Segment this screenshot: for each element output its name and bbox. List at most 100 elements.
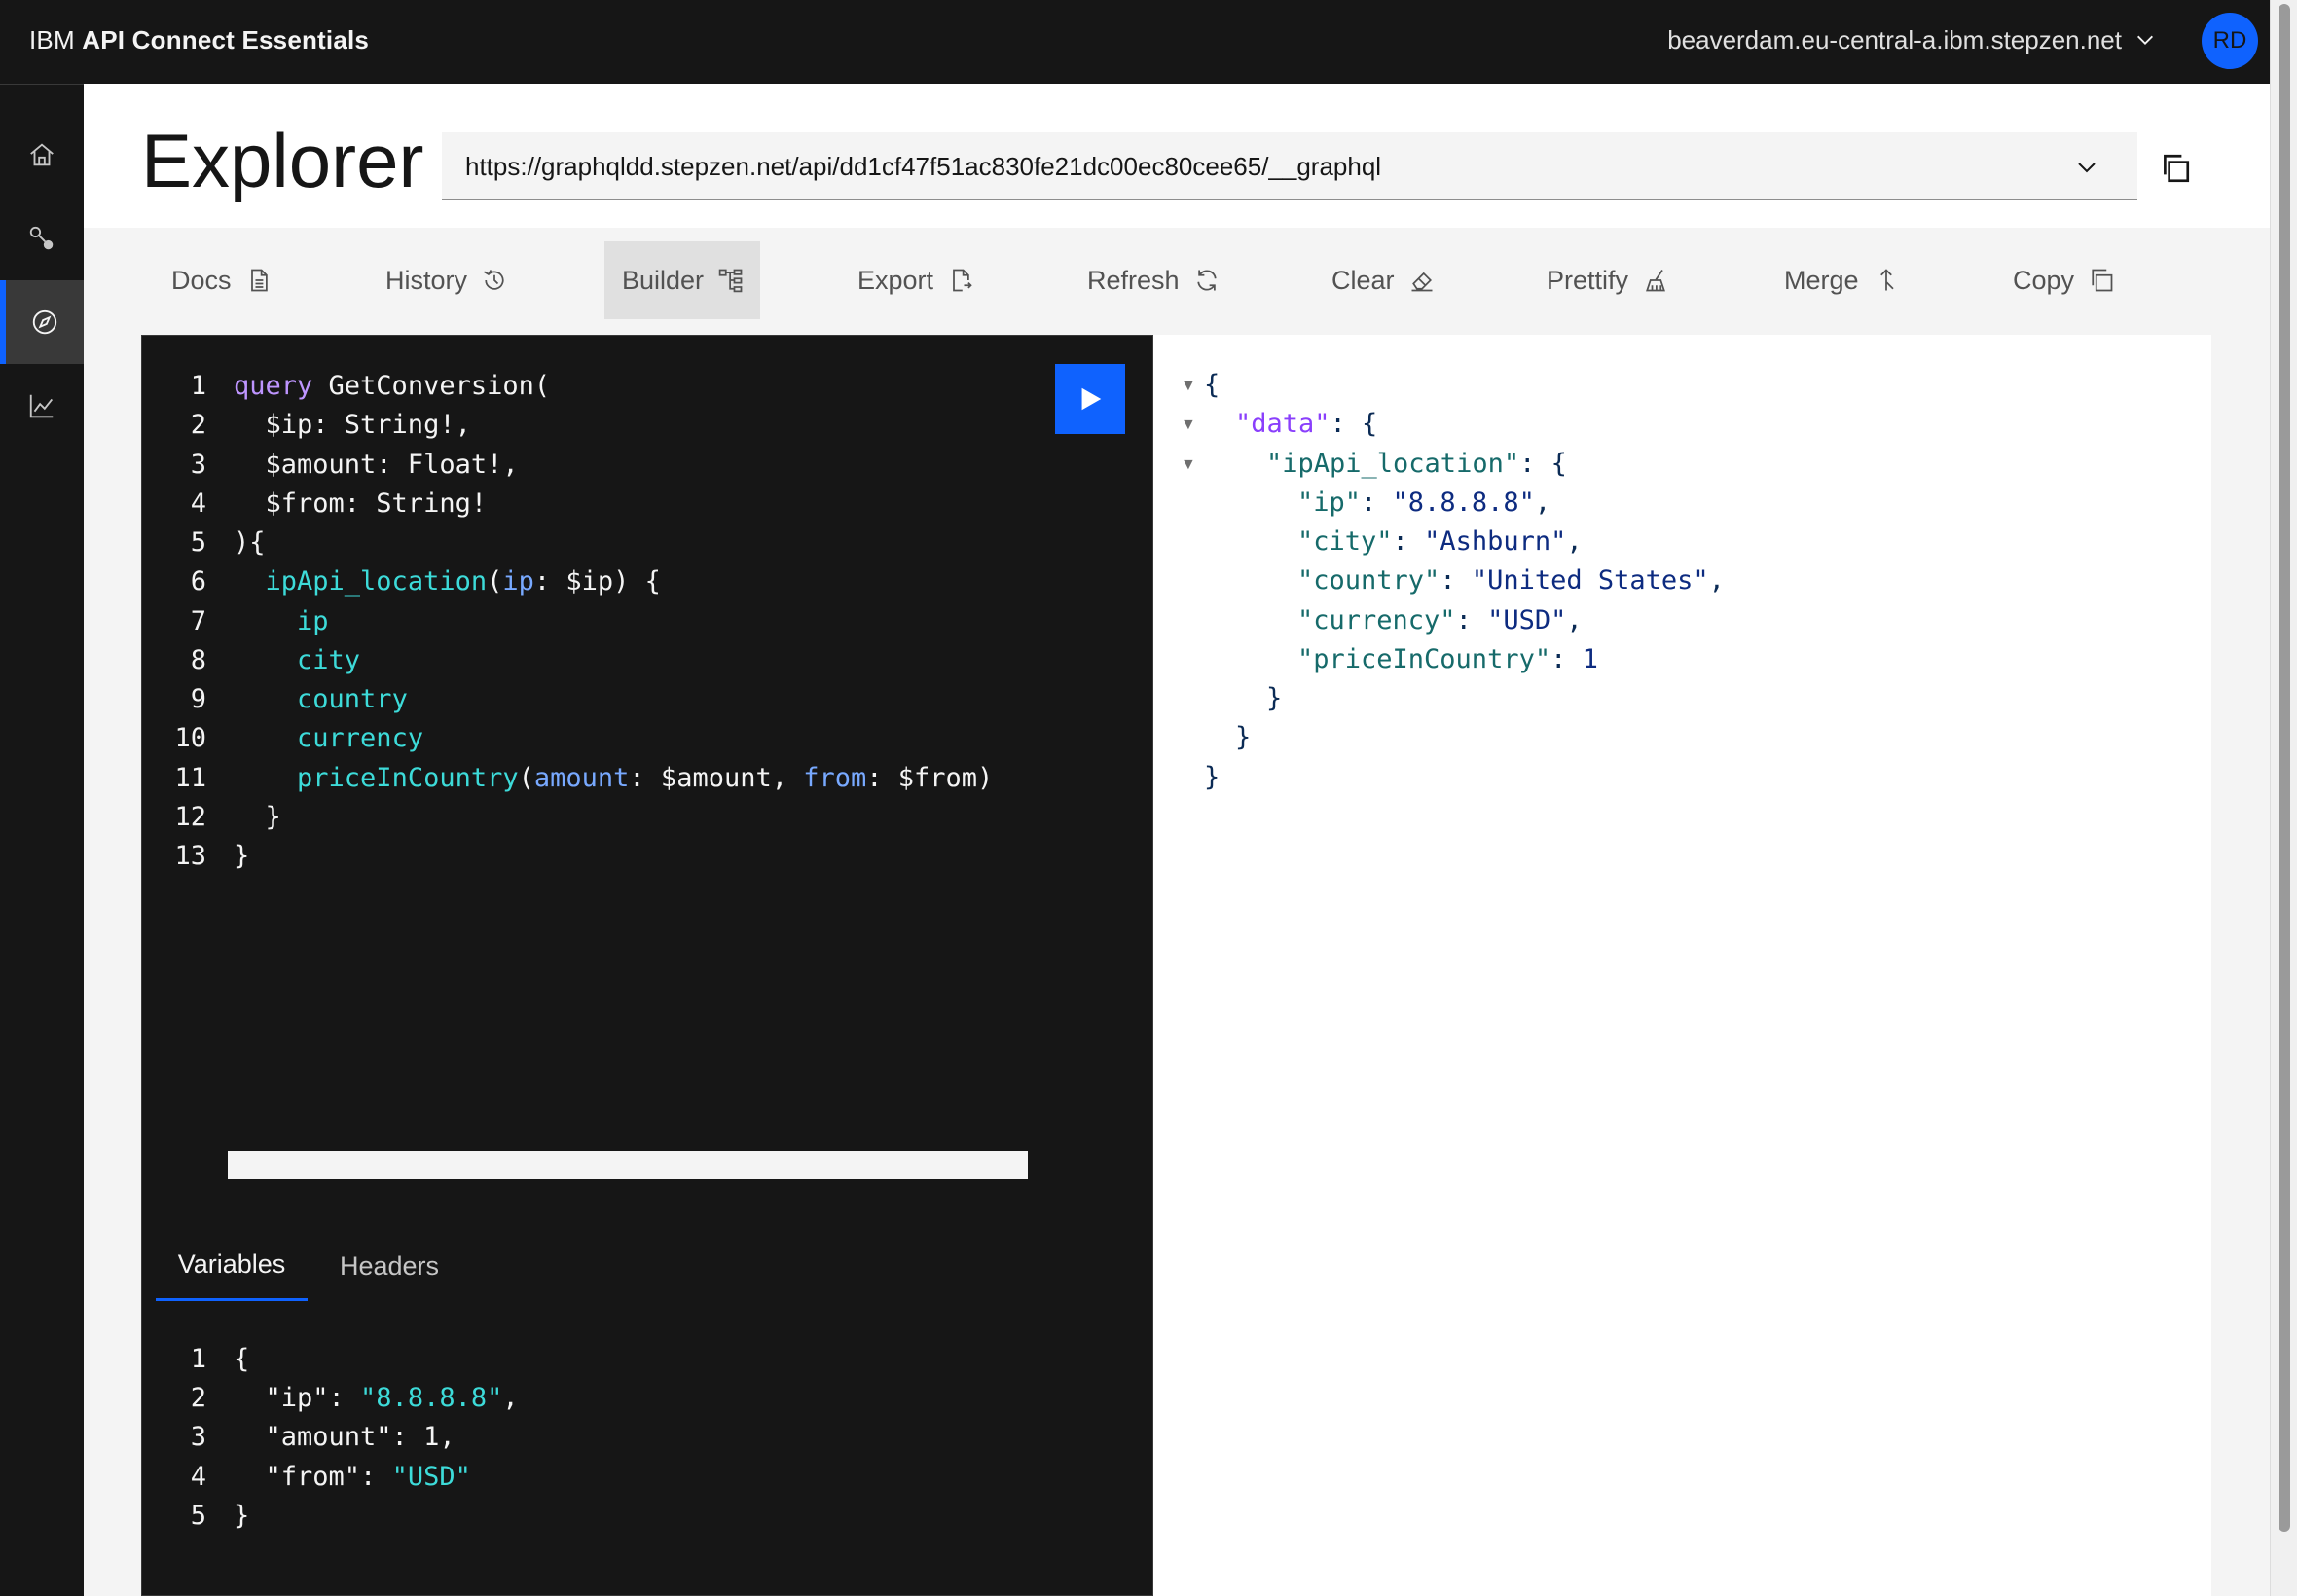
- chart-line-icon: [29, 394, 54, 418]
- page-scrollbar[interactable]: [2270, 0, 2297, 1596]
- clear-label: Clear: [1331, 265, 1395, 295]
- code-token: "ip":: [234, 1383, 361, 1413]
- merge-label: Merge: [1784, 265, 1859, 295]
- json-value: "Ashburn": [1424, 526, 1567, 557]
- side-nav: [0, 84, 84, 1596]
- sidebar-item-explorer[interactable]: [0, 280, 84, 364]
- json-token: {: [1204, 370, 1221, 400]
- line-number: 13: [174, 841, 206, 871]
- result-line: }: [1266, 683, 1282, 722]
- line-number: 6: [190, 566, 206, 597]
- horizontal-scrollbar[interactable]: [228, 1151, 1028, 1179]
- result-line: "priceInCountry": 1: [1297, 644, 1598, 683]
- avatar[interactable]: RD: [2202, 13, 2258, 69]
- code-line: 1 query GetConversion(: [142, 371, 550, 410]
- line-number: 7: [190, 606, 206, 636]
- brand-prefix: IBM: [29, 25, 75, 54]
- top-bar: IBM API Connect Essentials beaverdam.eu-…: [0, 0, 2297, 84]
- sidebar-item-connect[interactable]: [0, 197, 84, 280]
- code-token: ipApi_location: [265, 566, 488, 597]
- json-token: :: [1550, 644, 1583, 674]
- code-token: city: [297, 645, 361, 675]
- merge-button[interactable]: Merge: [1784, 241, 1900, 319]
- json-token: ,: [1708, 565, 1725, 596]
- chevron-down-icon[interactable]: [2134, 29, 2156, 51]
- sidebar-item-home[interactable]: [0, 113, 84, 197]
- code-line: 3 $amount: Float!,: [142, 450, 519, 489]
- code-line: 8 city: [142, 645, 360, 684]
- environment-switcher[interactable]: beaverdam.eu-central-a.ibm.stepzen.net: [1667, 25, 2122, 55]
- product-name[interactable]: IBM API Connect Essentials: [29, 25, 369, 55]
- result-line: "currency": "USD",: [1297, 605, 1583, 644]
- json-token: ,: [1534, 488, 1551, 518]
- result-panel: ▼ ▼ ▼ { "data": { "ipApi_location": { "i…: [1153, 335, 2211, 1596]
- sidebar-item-analytics[interactable]: [0, 364, 84, 448]
- export-button[interactable]: Export: [857, 241, 974, 319]
- json-token: }: [1235, 722, 1252, 752]
- line-number: 11: [174, 763, 206, 793]
- copy-label: Copy: [2013, 265, 2075, 295]
- history-label: History: [385, 265, 468, 295]
- code-token: (: [487, 566, 503, 597]
- history-button[interactable]: History: [385, 241, 508, 319]
- document-export-icon: [953, 269, 972, 292]
- code-token: "amount": 1,: [234, 1422, 456, 1452]
- code-token: }: [234, 841, 250, 871]
- collapse-icon[interactable]: ▼: [1181, 378, 1196, 395]
- code-line: 1{: [142, 1344, 250, 1383]
- json-value: "USD": [1487, 605, 1567, 635]
- tab-variables[interactable]: Variables: [156, 1231, 308, 1301]
- json-key: "priceInCountry": [1297, 644, 1551, 674]
- json-token: : {: [1330, 409, 1378, 439]
- code-token: (: [518, 763, 534, 793]
- line-number: 2: [190, 410, 206, 440]
- home-icon: [30, 143, 54, 166]
- json-token: : {: [1519, 449, 1567, 479]
- code-line: 2 $ip: String!,: [142, 410, 471, 449]
- json-token: :: [1392, 526, 1425, 557]
- result-line: "country": "United States",: [1297, 565, 1725, 604]
- explorer-toolbar: Docs History Builder Export Refresh Clea…: [141, 241, 2211, 319]
- json-value: "8.8.8.8": [1392, 488, 1535, 518]
- code-line: 5}: [142, 1501, 250, 1540]
- scrollbar-thumb[interactable]: [2279, 4, 2290, 1532]
- code-token: "8.8.8.8": [360, 1383, 503, 1413]
- refresh-button[interactable]: Refresh: [1087, 241, 1221, 319]
- code-line: 4 "from": "USD": [142, 1462, 471, 1501]
- copy-button[interactable]: Copy: [2013, 241, 2115, 319]
- line-number: 5: [190, 527, 206, 558]
- collapse-icon[interactable]: ▼: [1181, 417, 1196, 434]
- json-token: :: [1361, 488, 1393, 518]
- line-number: 2: [190, 1383, 206, 1413]
- refresh-label: Refresh: [1087, 265, 1180, 295]
- code-token: amount: [533, 763, 630, 793]
- collapse-icon[interactable]: ▼: [1181, 456, 1196, 474]
- code-line: 11 priceInCountry(amount: $amount, from:…: [142, 763, 993, 802]
- endpoint-url-select[interactable]: https://graphqldd.stepzen.net/api/dd1cf4…: [442, 132, 2137, 200]
- chevron-down-icon: [2078, 163, 2096, 173]
- line-number: 4: [190, 1462, 206, 1492]
- line-number: 5: [190, 1501, 206, 1531]
- code-token: ){: [234, 527, 266, 558]
- explorer-header: Explorer https://graphqldd.stepzen.net/a…: [84, 84, 2270, 228]
- prettify-button[interactable]: Prettify: [1547, 241, 1669, 319]
- clear-button[interactable]: Clear: [1331, 241, 1436, 319]
- builder-label: Builder: [622, 265, 705, 295]
- code-token: "USD": [391, 1462, 471, 1492]
- json-value: "United States": [1471, 565, 1709, 596]
- run-query-button[interactable]: [1055, 364, 1125, 434]
- builder-button[interactable]: Builder: [604, 241, 760, 319]
- refresh-icon: [1196, 270, 1217, 291]
- tab-headers[interactable]: Headers: [321, 1231, 457, 1301]
- code-line: 10 currency: [142, 723, 423, 762]
- page-title: Explorer: [141, 118, 424, 203]
- copy-icon[interactable]: [2159, 152, 2192, 185]
- code-line: 5 ){: [142, 527, 266, 566]
- brand-name: API Connect Essentials: [82, 25, 370, 54]
- result-line: "city": "Ashburn",: [1297, 526, 1583, 565]
- merge-icon: [1879, 269, 1894, 291]
- query-editor[interactable]: 1 query GetConversion( 2 $ip: String!, 3 …: [141, 335, 1153, 1596]
- docs-button[interactable]: Docs: [171, 241, 273, 319]
- export-label: Export: [857, 265, 934, 295]
- code-token: ,: [502, 1383, 519, 1413]
